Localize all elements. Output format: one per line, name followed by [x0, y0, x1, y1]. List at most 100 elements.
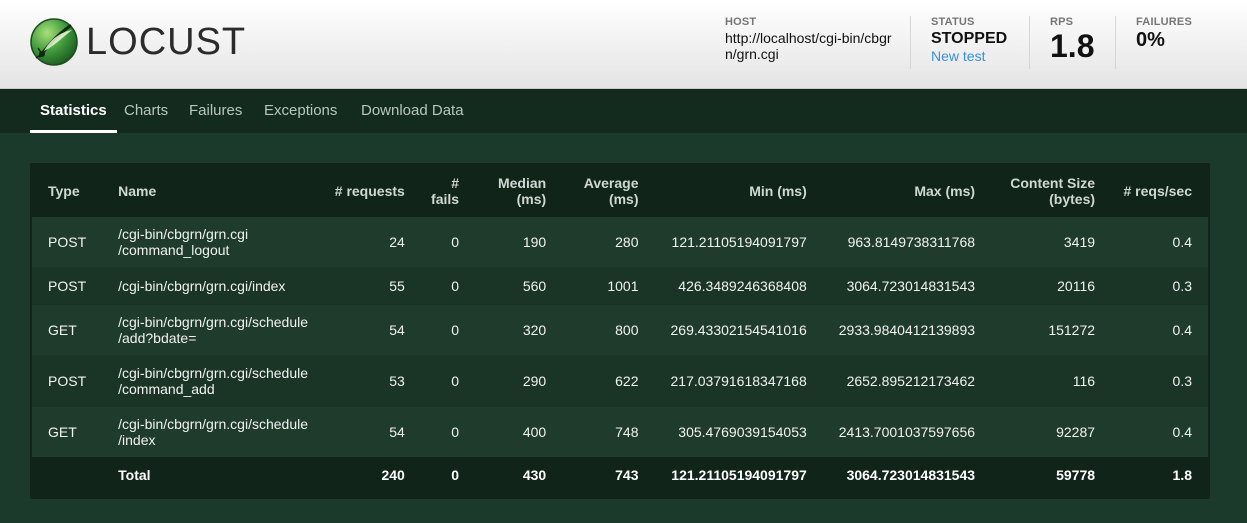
locust-logo-text: LOCUST — [86, 21, 247, 63]
column-header-min[interactable]: Min (ms) — [655, 165, 823, 217]
cell-type: GET — [48, 424, 77, 440]
cell-max: 2933.9840412139893 — [838, 322, 976, 338]
cell-content-size: 20116 — [1057, 278, 1096, 294]
cell-name: /cgi-bin/cbgrn/grn.cgi/schedule /index — [118, 416, 309, 448]
new-test-link[interactable]: New test — [931, 48, 1021, 64]
cell-type: POST — [48, 373, 87, 389]
cell-median: 560 — [522, 278, 547, 294]
cell-requests: 24 — [389, 234, 405, 250]
cell-requests: 53 — [389, 373, 405, 389]
cell-reqs-per-sec: 0.4 — [1172, 322, 1192, 338]
host-label: HOST — [725, 16, 757, 28]
cell-min: 269.43302154541016 — [670, 322, 807, 338]
cell-max: 2413.7001037597656 — [838, 424, 976, 440]
failures-box: FAILURES 0% — [1136, 16, 1226, 72]
cell-min: 305.4769039154053 — [678, 424, 807, 440]
failures-label: FAILURES — [1136, 16, 1192, 28]
column-header-type[interactable]: Type — [32, 165, 102, 217]
table-row: POST /cgi-bin/cbgrn/grn.cgi/schedule /co… — [32, 355, 1208, 407]
rps-value: 1.8 — [1050, 28, 1095, 64]
cell-average: 800 — [615, 322, 639, 338]
column-header-requests[interactable]: # requests — [332, 165, 421, 217]
total-average: 743 — [615, 467, 639, 483]
table-row: POST /cgi-bin/cbgrn/grn.cgi /command_log… — [32, 217, 1208, 267]
cell-max: 2652.895212173462 — [846, 373, 976, 389]
status-value: STOPPED — [931, 30, 1008, 47]
total-fails: 0 — [451, 467, 460, 483]
cell-name: /cgi-bin/cbgrn/grn.cgi/index — [118, 278, 286, 294]
cell-fails: 0 — [451, 234, 460, 250]
cell-min: 121.21105194091797 — [671, 234, 807, 250]
table-row: POST /cgi-bin/cbgrn/grn.cgi/index 55 0 5… — [32, 267, 1208, 305]
cell-median: 320 — [522, 322, 547, 338]
status-box: STATUS STOPPED New test — [931, 16, 1021, 72]
total-median: 430 — [522, 467, 547, 483]
tab-download-data[interactable]: Download Data — [361, 89, 464, 133]
total-label: Total — [118, 467, 151, 483]
cell-fails: 0 — [451, 373, 460, 389]
column-header-median[interactable]: Median (ms) — [475, 165, 562, 217]
column-header-reqs-per-sec[interactable]: # reqs/sec — [1111, 165, 1208, 217]
total-min: 121.21105194091797 — [671, 467, 807, 483]
total-max: 3064.723014831543 — [846, 467, 976, 483]
cell-average: 280 — [615, 234, 639, 250]
rps-box: RPS 1.8 — [1050, 16, 1110, 72]
header-divider — [1115, 16, 1116, 69]
statistics-table: Type Name # requests # fails Median (ms)… — [32, 165, 1208, 493]
cell-min: 217.03791618347168 — [670, 373, 807, 389]
cell-fails: 0 — [451, 278, 460, 294]
tab-exceptions[interactable]: Exceptions — [264, 89, 337, 133]
header-divider — [1029, 16, 1030, 69]
total-content-size: 59778 — [1056, 467, 1096, 483]
column-header-max[interactable]: Max (ms) — [823, 165, 991, 217]
total-cell-type — [32, 457, 102, 493]
statistics-panel: Type Name # requests # fails Median (ms)… — [30, 163, 1210, 499]
table-total-row: Total 240 0 430 743 121.21105194091797 3… — [32, 457, 1208, 493]
locust-logo-icon — [30, 18, 78, 66]
cell-fails: 0 — [451, 322, 460, 338]
column-header-name[interactable]: Name — [102, 165, 332, 217]
cell-max: 3064.723014831543 — [846, 278, 976, 294]
total-reqs-per-sec: 1.8 — [1172, 467, 1192, 483]
cell-type: POST — [48, 278, 87, 294]
cell-max: 963.8149738311768 — [847, 234, 976, 250]
table-row: GET /cgi-bin/cbgrn/grn.cgi/schedule /ind… — [32, 407, 1208, 457]
cell-fails: 0 — [451, 424, 460, 440]
cell-content-size: 116 — [1072, 373, 1096, 389]
column-header-fails[interactable]: # fails — [421, 165, 475, 217]
status-label: STATUS — [931, 16, 975, 28]
cell-reqs-per-sec: 0.4 — [1172, 234, 1192, 250]
cell-reqs-per-sec: 0.4 — [1172, 424, 1192, 440]
cell-average: 1001 — [607, 278, 639, 294]
cell-requests: 54 — [389, 424, 405, 440]
locust-logo[interactable]: LOCUST — [30, 17, 246, 67]
cell-reqs-per-sec: 0.3 — [1172, 373, 1192, 389]
failures-value: 0% — [1136, 29, 1165, 51]
tab-charts[interactable]: Charts — [124, 89, 168, 133]
cell-type: POST — [48, 234, 87, 250]
tab-statistics[interactable]: Statistics — [30, 89, 117, 133]
cell-type: GET — [48, 322, 77, 338]
rps-label: RPS — [1050, 16, 1074, 28]
column-header-average[interactable]: Average (ms) — [562, 165, 654, 217]
tab-failures[interactable]: Failures — [189, 89, 242, 133]
host-box: HOST http://localhost/cgi-bin/cbgrn/grn.… — [725, 16, 895, 72]
main-nav: Statistics Charts Failures Exceptions Do… — [0, 89, 1247, 133]
table-header-row: Type Name # requests # fails Median (ms)… — [32, 165, 1208, 217]
table-row: GET /cgi-bin/cbgrn/grn.cgi/schedule /add… — [32, 305, 1208, 355]
cell-median: 190 — [522, 234, 547, 250]
header-divider — [910, 16, 911, 69]
cell-name: /cgi-bin/cbgrn/grn.cgi/schedule /command… — [118, 365, 309, 397]
cell-average: 748 — [615, 424, 639, 440]
cell-content-size: 151272 — [1048, 322, 1096, 338]
cell-name: /cgi-bin/cbgrn/grn.cgi /command_logout — [118, 226, 249, 258]
cell-min: 426.3489246368408 — [678, 278, 807, 294]
cell-average: 622 — [615, 373, 639, 389]
cell-content-size: 92287 — [1056, 424, 1096, 440]
cell-requests: 55 — [389, 278, 405, 294]
cell-name: /cgi-bin/cbgrn/grn.cgi/schedule /add?bda… — [118, 314, 309, 346]
cell-reqs-per-sec: 0.3 — [1172, 278, 1192, 294]
cell-requests: 54 — [389, 322, 405, 338]
column-header-content-size[interactable]: Content Size (bytes) — [991, 165, 1111, 217]
cell-median: 290 — [522, 373, 547, 389]
